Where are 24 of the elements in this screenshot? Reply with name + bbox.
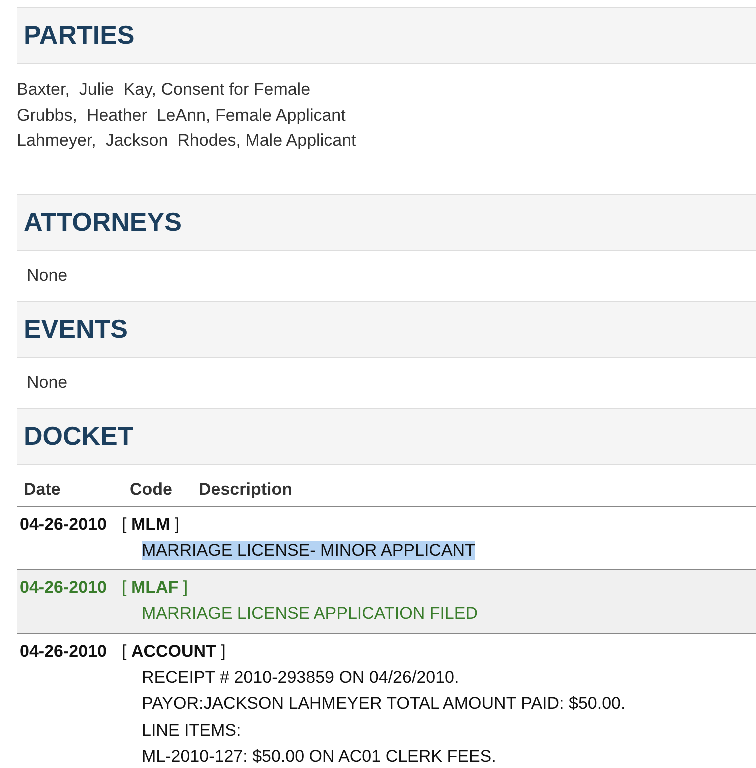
docket-code: [ MLM ]	[122, 514, 180, 536]
docket-code: [ ACCOUNT ]	[122, 640, 226, 662]
column-header: Date	[24, 479, 62, 501]
column-header: Description	[199, 479, 293, 501]
docket-description: MARRIAGE LICENSE APPLICATION FILED	[142, 604, 478, 623]
section-title: DOCKET	[24, 420, 134, 452]
docket-description: LINE ITEMS:	[142, 720, 242, 740]
docket-date: 04-26-2010	[20, 640, 108, 662]
section-title: ATTORNEYS	[24, 206, 182, 238]
docket-date: 04-26-2010	[20, 514, 108, 536]
column-header: Code	[130, 479, 174, 501]
docket-code: [ MLAF ]	[122, 577, 188, 599]
docket-date: 04-26-2010	[20, 577, 108, 599]
docket-description: MARRIAGE LICENSE- MINOR APPLICANT	[142, 540, 476, 560]
docket-description: PAYOR:JACKSON LAHMEYER TOTAL AMOUNT PAID: $50.00.	[142, 694, 626, 713]
party-entry: Baxter, Julie Kay, Consent for Female	[17, 79, 312, 101]
attorneys-text: None	[27, 264, 68, 287]
docket-description: ML-2010-127: $50.00 ON AC01 CLERK FEES.	[142, 747, 496, 766]
section-title: EVENTS	[24, 312, 128, 346]
party-entry: Lahmeyer, Jackson Rhodes, Male Applicant	[17, 130, 358, 152]
docket-description: RECEIPT # 2010-293859 ON 04/26/2010.	[142, 668, 460, 686]
section-title: PARTIES	[24, 19, 135, 52]
events-text: None	[27, 372, 68, 394]
party-entry: Grubbs, Heather LeAnn, Female Applicant	[17, 104, 347, 126]
